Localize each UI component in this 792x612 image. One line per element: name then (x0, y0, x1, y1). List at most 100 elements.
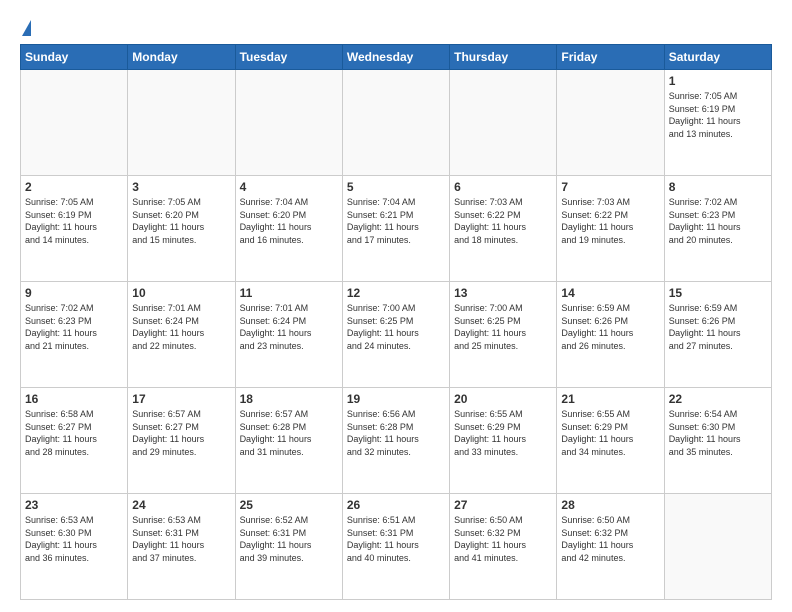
day-info: Sunrise: 6:55 AM Sunset: 6:29 PM Dayligh… (454, 408, 552, 458)
day-number: 2 (25, 180, 123, 194)
day-cell: 28 Sunrise: 6:50 AM Sunset: 6:32 PM Dayli… (557, 494, 664, 600)
day-cell: 24 Sunrise: 6:53 AM Sunset: 6:31 PM Dayli… (128, 494, 235, 600)
day-cell: 27 Sunrise: 6:50 AM Sunset: 6:32 PM Dayli… (450, 494, 557, 600)
day-number: 28 (561, 498, 659, 512)
day-info: Sunrise: 6:59 AM Sunset: 6:26 PM Dayligh… (561, 302, 659, 352)
day-info: Sunrise: 6:53 AM Sunset: 6:31 PM Dayligh… (132, 514, 230, 564)
day-number: 13 (454, 286, 552, 300)
day-header-monday: Monday (128, 45, 235, 70)
week-row-1: 2 Sunrise: 7:05 AM Sunset: 6:19 PM Daylig… (21, 176, 772, 282)
header (20, 16, 772, 36)
day-number: 11 (240, 286, 338, 300)
day-number: 16 (25, 392, 123, 406)
day-cell: 21 Sunrise: 6:55 AM Sunset: 6:29 PM Dayli… (557, 388, 664, 494)
day-info: Sunrise: 7:01 AM Sunset: 6:24 PM Dayligh… (132, 302, 230, 352)
day-cell: 7 Sunrise: 7:03 AM Sunset: 6:22 PM Daylig… (557, 176, 664, 282)
day-number: 5 (347, 180, 445, 194)
day-header-tuesday: Tuesday (235, 45, 342, 70)
day-cell: 1 Sunrise: 7:05 AM Sunset: 6:19 PM Daylig… (664, 70, 771, 176)
day-info: Sunrise: 7:04 AM Sunset: 6:20 PM Dayligh… (240, 196, 338, 246)
day-cell (235, 70, 342, 176)
day-number: 17 (132, 392, 230, 406)
day-cell: 9 Sunrise: 7:02 AM Sunset: 6:23 PM Daylig… (21, 282, 128, 388)
day-cell: 26 Sunrise: 6:51 AM Sunset: 6:31 PM Dayli… (342, 494, 449, 600)
day-cell (450, 70, 557, 176)
day-number: 3 (132, 180, 230, 194)
day-header-wednesday: Wednesday (342, 45, 449, 70)
day-cell (664, 494, 771, 600)
day-cell: 13 Sunrise: 7:00 AM Sunset: 6:25 PM Dayli… (450, 282, 557, 388)
day-info: Sunrise: 6:58 AM Sunset: 6:27 PM Dayligh… (25, 408, 123, 458)
day-number: 9 (25, 286, 123, 300)
day-info: Sunrise: 6:53 AM Sunset: 6:30 PM Dayligh… (25, 514, 123, 564)
day-info: Sunrise: 7:04 AM Sunset: 6:21 PM Dayligh… (347, 196, 445, 246)
week-row-2: 9 Sunrise: 7:02 AM Sunset: 6:23 PM Daylig… (21, 282, 772, 388)
day-cell: 3 Sunrise: 7:05 AM Sunset: 6:20 PM Daylig… (128, 176, 235, 282)
day-cell (128, 70, 235, 176)
day-number: 8 (669, 180, 767, 194)
day-info: Sunrise: 6:51 AM Sunset: 6:31 PM Dayligh… (347, 514, 445, 564)
day-number: 14 (561, 286, 659, 300)
day-header-row: SundayMondayTuesdayWednesdayThursdayFrid… (21, 45, 772, 70)
day-number: 18 (240, 392, 338, 406)
day-number: 20 (454, 392, 552, 406)
day-number: 26 (347, 498, 445, 512)
day-info: Sunrise: 6:50 AM Sunset: 6:32 PM Dayligh… (454, 514, 552, 564)
day-number: 25 (240, 498, 338, 512)
day-info: Sunrise: 7:00 AM Sunset: 6:25 PM Dayligh… (454, 302, 552, 352)
day-number: 27 (454, 498, 552, 512)
day-info: Sunrise: 6:52 AM Sunset: 6:31 PM Dayligh… (240, 514, 338, 564)
day-number: 6 (454, 180, 552, 194)
day-info: Sunrise: 7:00 AM Sunset: 6:25 PM Dayligh… (347, 302, 445, 352)
day-info: Sunrise: 7:03 AM Sunset: 6:22 PM Dayligh… (561, 196, 659, 246)
day-cell: 23 Sunrise: 6:53 AM Sunset: 6:30 PM Dayli… (21, 494, 128, 600)
day-number: 22 (669, 392, 767, 406)
day-cell: 2 Sunrise: 7:05 AM Sunset: 6:19 PM Daylig… (21, 176, 128, 282)
day-info: Sunrise: 7:05 AM Sunset: 6:19 PM Dayligh… (669, 90, 767, 140)
day-cell: 25 Sunrise: 6:52 AM Sunset: 6:31 PM Dayli… (235, 494, 342, 600)
day-number: 23 (25, 498, 123, 512)
day-cell (557, 70, 664, 176)
day-header-saturday: Saturday (664, 45, 771, 70)
day-cell: 20 Sunrise: 6:55 AM Sunset: 6:29 PM Dayli… (450, 388, 557, 494)
day-cell: 15 Sunrise: 6:59 AM Sunset: 6:26 PM Dayli… (664, 282, 771, 388)
logo-triangle-icon (22, 20, 31, 36)
day-info: Sunrise: 6:50 AM Sunset: 6:32 PM Dayligh… (561, 514, 659, 564)
day-cell: 16 Sunrise: 6:58 AM Sunset: 6:27 PM Dayli… (21, 388, 128, 494)
day-cell (21, 70, 128, 176)
day-info: Sunrise: 6:54 AM Sunset: 6:30 PM Dayligh… (669, 408, 767, 458)
day-cell: 12 Sunrise: 7:00 AM Sunset: 6:25 PM Dayli… (342, 282, 449, 388)
day-info: Sunrise: 6:56 AM Sunset: 6:28 PM Dayligh… (347, 408, 445, 458)
day-header-sunday: Sunday (21, 45, 128, 70)
calendar-page: SundayMondayTuesdayWednesdayThursdayFrid… (0, 0, 792, 612)
day-cell: 14 Sunrise: 6:59 AM Sunset: 6:26 PM Dayli… (557, 282, 664, 388)
week-row-4: 23 Sunrise: 6:53 AM Sunset: 6:30 PM Dayli… (21, 494, 772, 600)
week-row-3: 16 Sunrise: 6:58 AM Sunset: 6:27 PM Dayli… (21, 388, 772, 494)
day-number: 21 (561, 392, 659, 406)
logo (20, 20, 31, 36)
day-cell: 5 Sunrise: 7:04 AM Sunset: 6:21 PM Daylig… (342, 176, 449, 282)
day-header-thursday: Thursday (450, 45, 557, 70)
day-number: 7 (561, 180, 659, 194)
day-number: 19 (347, 392, 445, 406)
day-number: 1 (669, 74, 767, 88)
day-cell: 10 Sunrise: 7:01 AM Sunset: 6:24 PM Dayli… (128, 282, 235, 388)
day-info: Sunrise: 7:05 AM Sunset: 6:19 PM Dayligh… (25, 196, 123, 246)
day-number: 10 (132, 286, 230, 300)
day-number: 12 (347, 286, 445, 300)
calendar-body: 1 Sunrise: 7:05 AM Sunset: 6:19 PM Daylig… (21, 70, 772, 600)
day-cell: 4Sunrise: 7:04 AM Sunset: 6:20 PM Daylig… (235, 176, 342, 282)
day-info: Sunrise: 6:55 AM Sunset: 6:29 PM Dayligh… (561, 408, 659, 458)
day-header-friday: Friday (557, 45, 664, 70)
day-info: Sunrise: 6:57 AM Sunset: 6:27 PM Dayligh… (132, 408, 230, 458)
day-cell: 18Sunrise: 6:57 AM Sunset: 6:28 PM Dayli… (235, 388, 342, 494)
day-info: Sunrise: 7:05 AM Sunset: 6:20 PM Dayligh… (132, 196, 230, 246)
day-number: 15 (669, 286, 767, 300)
day-number: 24 (132, 498, 230, 512)
day-info: Sunrise: 6:59 AM Sunset: 6:26 PM Dayligh… (669, 302, 767, 352)
day-cell (342, 70, 449, 176)
day-cell: 17 Sunrise: 6:57 AM Sunset: 6:27 PM Dayli… (128, 388, 235, 494)
day-info: Sunrise: 7:02 AM Sunset: 6:23 PM Dayligh… (25, 302, 123, 352)
week-row-0: 1 Sunrise: 7:05 AM Sunset: 6:19 PM Daylig… (21, 70, 772, 176)
day-info: Sunrise: 7:03 AM Sunset: 6:22 PM Dayligh… (454, 196, 552, 246)
